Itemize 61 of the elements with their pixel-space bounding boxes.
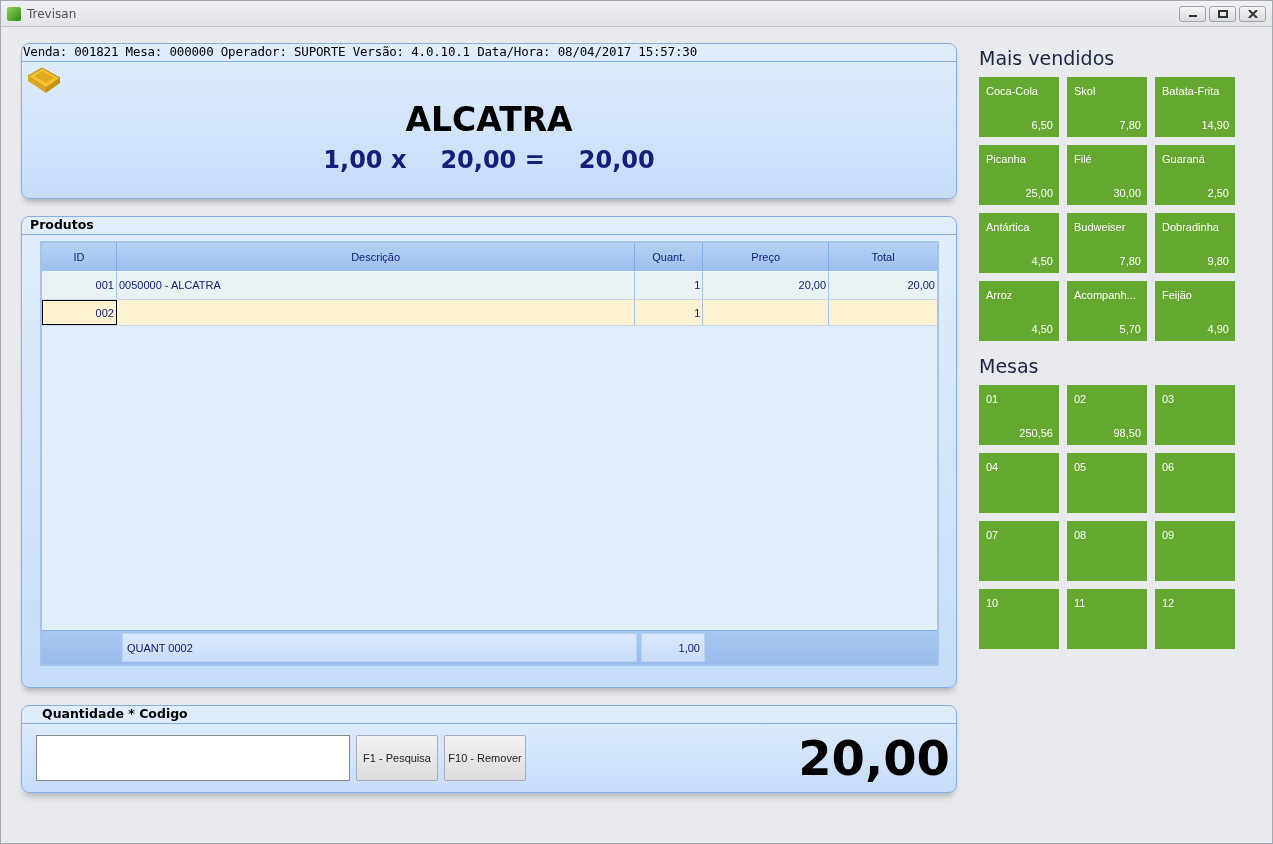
tile-button[interactable]: Batata-Frita 14,90: [1155, 77, 1235, 137]
tile-button[interactable]: 06: [1155, 453, 1235, 513]
tile-button[interactable]: Acompanh... 5,70: [1067, 281, 1147, 341]
tile-button[interactable]: 03: [1155, 385, 1235, 445]
table-cell: 1: [694, 306, 701, 319]
tile-button[interactable]: 04: [979, 453, 1059, 513]
tile-button[interactable]: 08: [1067, 521, 1147, 581]
unit-price: 20,00 =: [440, 146, 545, 174]
tray-icon: [26, 66, 62, 94]
table-cell: 002: [95, 306, 114, 319]
app-icon: [7, 6, 21, 21]
tile-button[interactable]: 05: [1067, 453, 1147, 513]
table-row[interactable]: 002 1: [42, 300, 937, 326]
tile-button[interactable]: Dobradinha 9,80: [1155, 213, 1235, 273]
table-cell: 20,00: [798, 279, 827, 291]
sale-info: Venda: 001821 Mesa: 000000 Operador: SUPORTE Versão: 4.0.10.1 Data/Hora: 08/04/2017 15:57:30: [22, 44, 956, 62]
column-header[interactable]: ID: [42, 243, 117, 271]
section-heading: Mais vendidos: [979, 47, 1116, 69]
tile-button[interactable]: Feijão 4,90: [1155, 281, 1235, 341]
column-header[interactable]: Descrição: [116, 243, 636, 271]
section-heading: Mesas: [979, 355, 1040, 377]
tile-button[interactable]: Skol 7,80: [1067, 77, 1147, 137]
maximize-icon: [1217, 9, 1228, 18]
tile-button[interactable]: Filé 30,00: [1067, 145, 1147, 205]
close-icon: [1247, 9, 1258, 18]
tile-button[interactable]: Coca-Cola 6,50: [979, 77, 1059, 137]
function-button[interactable]: F1 - Pesquisa: [356, 735, 438, 781]
table-cell: 20,00: [907, 279, 935, 291]
table-cell: 0050000 - ALCATRA: [118, 279, 221, 291]
table-row[interactable]: 001 0050000 - ALCATRA 1 20,00 20,00: [42, 271, 937, 300]
tile-button[interactable]: Picanha 25,00: [979, 145, 1059, 205]
function-button[interactable]: F10 - Remover: [444, 735, 526, 781]
code-input-field[interactable]: [36, 735, 350, 781]
column-header[interactable]: Quant.: [635, 243, 704, 271]
close-button[interactable]: [1239, 5, 1266, 22]
column-header[interactable]: Total: [829, 243, 937, 271]
tile-button[interactable]: Guaraná 2,50: [1155, 145, 1235, 205]
subtotal-value: 20,00: [578, 146, 655, 174]
tile-button[interactable]: Budweiser 7,80: [1067, 213, 1147, 273]
tile-button[interactable]: 09: [1155, 521, 1235, 581]
minimize-button[interactable]: [1179, 5, 1206, 22]
tile-button[interactable]: Antártica 4,50: [979, 213, 1059, 273]
maximize-button[interactable]: [1209, 5, 1236, 22]
table-cell: 001: [95, 279, 114, 291]
window-title: Trevisan: [27, 6, 77, 21]
quantity-total: 1,00: [641, 633, 705, 662]
column-header[interactable]: Preço: [703, 243, 830, 271]
tile-button[interactable]: Arroz 4,50: [979, 281, 1059, 341]
item-count: QUANT 0002: [122, 633, 637, 662]
panel-title: Produtos: [22, 217, 956, 235]
tile-button[interactable]: 02 98,50: [1067, 385, 1147, 445]
tile-button[interactable]: 12: [1155, 589, 1235, 649]
tile-button[interactable]: 10: [979, 589, 1059, 649]
quantity-value: 1,00 x: [323, 146, 407, 174]
tile-button[interactable]: 07: [979, 521, 1059, 581]
table-cell: 1: [694, 279, 701, 291]
product-name: ALCATRA: [405, 100, 573, 140]
tile-button[interactable]: 01 250,56: [979, 385, 1059, 445]
tile-button[interactable]: 11: [1067, 589, 1147, 649]
panel-title: Quantidade * Codigo: [22, 706, 956, 724]
total-amount: 20,00: [798, 733, 950, 783]
